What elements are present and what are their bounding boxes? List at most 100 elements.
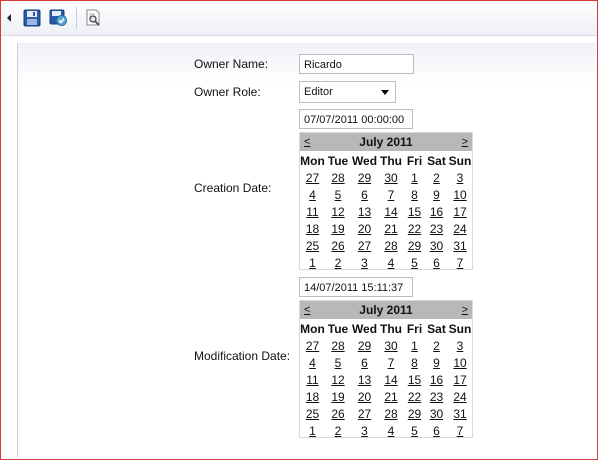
calendar-day-link[interactable]: 20 xyxy=(358,222,371,236)
calendar-day-link[interactable]: 31 xyxy=(453,239,466,253)
calendar-day-link[interactable]: 28 xyxy=(331,339,344,353)
calendar-day-link[interactable]: 7 xyxy=(457,256,464,270)
calendar-day-link[interactable]: 5 xyxy=(335,356,342,370)
calendar-day-link[interactable]: 4 xyxy=(309,356,316,370)
calendar-day-link[interactable]: 29 xyxy=(408,239,421,253)
calendar-day-link[interactable]: 5 xyxy=(411,256,418,270)
calendar-day-link[interactable]: 12 xyxy=(331,373,344,387)
calendar-day-link[interactable]: 25 xyxy=(306,239,319,253)
calendar-day-link[interactable]: 27 xyxy=(358,407,371,421)
calendar-day-link[interactable]: 9 xyxy=(433,356,440,370)
calendar-day-link[interactable]: 16 xyxy=(430,373,443,387)
calendar-day-link[interactable]: 13 xyxy=(358,373,371,387)
calendar-day-link[interactable]: 13 xyxy=(358,205,371,219)
calendar-day-link[interactable]: 6 xyxy=(433,424,440,438)
calendar-day-link[interactable]: 14 xyxy=(384,373,397,387)
calendar-day-link[interactable]: 29 xyxy=(408,407,421,421)
calendar-day-link[interactable]: 27 xyxy=(358,239,371,253)
calendar-day-link[interactable]: 27 xyxy=(306,171,319,185)
calendar-day-link[interactable]: 30 xyxy=(430,407,443,421)
calendar-day-link[interactable]: 3 xyxy=(361,424,368,438)
calendar-day-link[interactable]: 11 xyxy=(306,373,318,387)
calendar-day-link[interactable]: 19 xyxy=(331,222,344,236)
calendar-day-link[interactable]: 29 xyxy=(358,171,371,185)
calendar-day-link[interactable]: 2 xyxy=(335,256,342,270)
calendar-day-link[interactable]: 2 xyxy=(433,339,440,353)
owner-name-input[interactable]: Ricardo xyxy=(299,54,414,74)
collapse-arrow-icon[interactable] xyxy=(7,14,11,22)
calendar-day-link[interactable]: 8 xyxy=(411,356,418,370)
calendar-day-link[interactable]: 25 xyxy=(306,407,319,421)
calendar-day-link[interactable]: 20 xyxy=(358,390,371,404)
owner-role-select[interactable]: Editor xyxy=(299,81,396,103)
calendar-day-link[interactable]: 3 xyxy=(361,256,368,270)
calendar-day-link[interactable]: 4 xyxy=(309,188,316,202)
calendar-day-link[interactable]: 14 xyxy=(384,205,397,219)
calendar-day-link[interactable]: 16 xyxy=(430,205,443,219)
calendar-prev-month-link[interactable]: < xyxy=(304,133,310,151)
calendar-next-month-link[interactable]: > xyxy=(462,133,468,151)
calendar-next-month-link[interactable]: > xyxy=(462,301,468,319)
calendar-day-link[interactable]: 17 xyxy=(453,205,466,219)
calendar-day-link[interactable]: 12 xyxy=(331,205,344,219)
calendar-day-link[interactable]: 30 xyxy=(430,239,443,253)
calendar-day-link[interactable]: 7 xyxy=(388,356,395,370)
calendar-day-link[interactable]: 17 xyxy=(453,373,466,387)
calendar-day-link[interactable]: 22 xyxy=(408,390,421,404)
calendar-day-link[interactable]: 24 xyxy=(453,222,466,236)
calendar-day-link[interactable]: 28 xyxy=(384,407,397,421)
calendar-day-link[interactable]: 26 xyxy=(331,239,344,253)
calendar-day-link[interactable]: 19 xyxy=(331,390,344,404)
calendar-day-link[interactable]: 30 xyxy=(384,171,397,185)
calendar-prev-month-link[interactable]: < xyxy=(304,301,310,319)
calendar-day-link[interactable]: 11 xyxy=(306,205,318,219)
calendar-day-link[interactable]: 4 xyxy=(388,256,395,270)
calendar-day-link[interactable]: 18 xyxy=(306,390,319,404)
calendar-day-link[interactable]: 10 xyxy=(453,356,466,370)
calendar-day-link[interactable]: 10 xyxy=(453,188,466,202)
preview-icon[interactable] xyxy=(85,9,103,27)
save-icon[interactable] xyxy=(23,9,41,27)
creation-date-input[interactable]: 07/07/2011 00:00:00 xyxy=(299,109,413,129)
calendar-day-link[interactable]: 3 xyxy=(457,171,464,185)
calendar-day-link[interactable]: 21 xyxy=(384,222,397,236)
modification-date-input[interactable]: 14/07/2011 15:11:37 xyxy=(299,277,413,297)
calendar-day-link[interactable]: 9 xyxy=(433,188,440,202)
calendar-day-link[interactable]: 1 xyxy=(411,171,418,185)
calendar-day-link[interactable]: 23 xyxy=(430,390,443,404)
calendar-day-link[interactable]: 23 xyxy=(430,222,443,236)
calendar-weekday-row: Mon Tue Wed Thu Fri Sat Sun xyxy=(300,152,472,169)
calendar-day-link[interactable]: 1 xyxy=(309,424,316,438)
calendar-day-link[interactable]: 5 xyxy=(411,424,418,438)
calendar-day-cell: 23 xyxy=(425,220,448,237)
window-frame: Owner Name: Ricardo Owner Role: Editor 0… xyxy=(0,0,598,460)
calendar-day-link[interactable]: 7 xyxy=(388,188,395,202)
calendar-day-link[interactable]: 30 xyxy=(384,339,397,353)
calendar-day-link[interactable]: 29 xyxy=(358,339,371,353)
calendar-day-link[interactable]: 4 xyxy=(388,424,395,438)
calendar-day-link[interactable]: 15 xyxy=(408,205,421,219)
calendar-day-link[interactable]: 5 xyxy=(335,188,342,202)
calendar-day-link[interactable]: 24 xyxy=(453,390,466,404)
calendar-day-cell: 4 xyxy=(378,254,404,271)
calendar-day-link[interactable]: 1 xyxy=(309,256,316,270)
calendar-day-link[interactable]: 2 xyxy=(335,424,342,438)
calendar-day-link[interactable]: 18 xyxy=(306,222,319,236)
calendar-day-link[interactable]: 15 xyxy=(408,373,421,387)
save-all-icon[interactable] xyxy=(49,9,67,27)
calendar-day-link[interactable]: 1 xyxy=(411,339,418,353)
calendar-day-link[interactable]: 6 xyxy=(433,256,440,270)
calendar-day-link[interactable]: 6 xyxy=(361,188,368,202)
calendar-day-link[interactable]: 27 xyxy=(306,339,319,353)
calendar-day-link[interactable]: 3 xyxy=(457,339,464,353)
calendar-day-link[interactable]: 31 xyxy=(453,407,466,421)
calendar-day-link[interactable]: 22 xyxy=(408,222,421,236)
calendar-day-link[interactable]: 21 xyxy=(384,390,397,404)
calendar-day-link[interactable]: 2 xyxy=(433,171,440,185)
calendar-day-link[interactable]: 6 xyxy=(361,356,368,370)
calendar-day-link[interactable]: 26 xyxy=(331,407,344,421)
calendar-day-link[interactable]: 8 xyxy=(411,188,418,202)
calendar-day-link[interactable]: 28 xyxy=(384,239,397,253)
calendar-day-link[interactable]: 7 xyxy=(457,424,464,438)
calendar-day-link[interactable]: 28 xyxy=(331,171,344,185)
